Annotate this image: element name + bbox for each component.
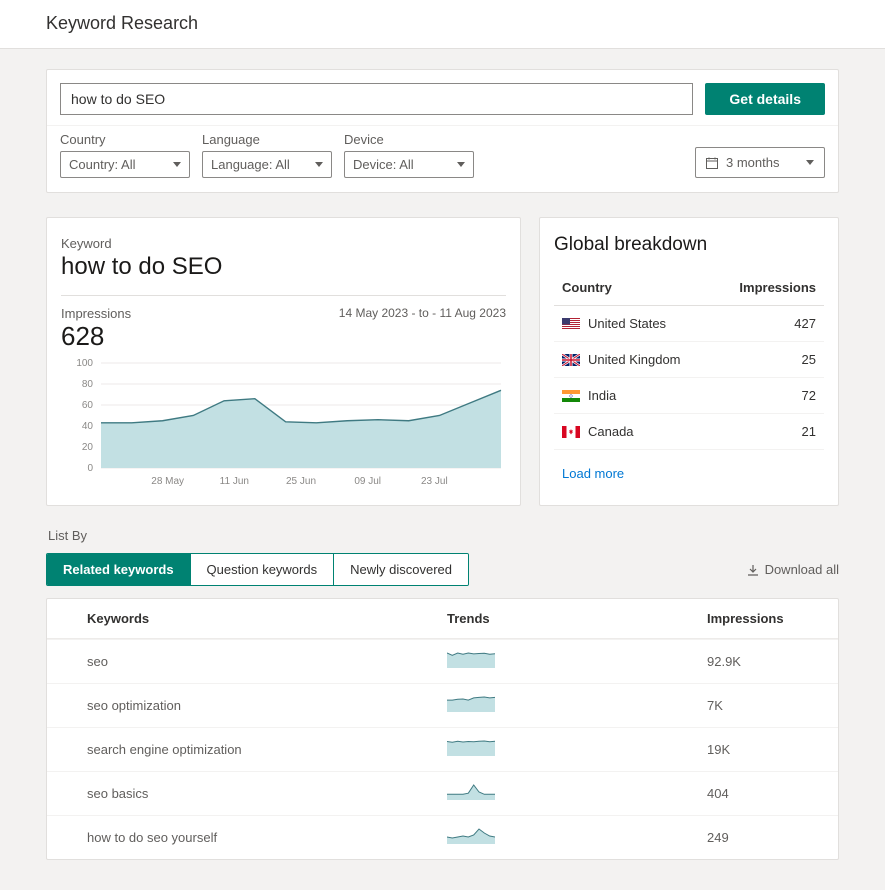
keyword-value: how to do SEO bbox=[61, 253, 506, 281]
impressions-label: Impressions bbox=[61, 306, 131, 321]
svg-text:23 Jul: 23 Jul bbox=[421, 476, 448, 487]
breakdown-impressions: 25 bbox=[802, 352, 816, 367]
results-col-impressions: Impressions bbox=[707, 611, 798, 626]
keyword-panel: Keyword how to do SEO Impressions 628 14… bbox=[46, 217, 521, 506]
country-select[interactable]: Country: All bbox=[60, 151, 190, 178]
device-select[interactable]: Device: All bbox=[344, 151, 474, 178]
device-label: Device bbox=[344, 132, 474, 147]
list-by-label: List By bbox=[48, 528, 839, 543]
breakdown-row: India 72 bbox=[554, 378, 824, 414]
divider bbox=[61, 295, 506, 296]
results-col-trends: Trends bbox=[447, 611, 707, 626]
breakdown-col-country: Country bbox=[562, 280, 612, 295]
language-label: Language bbox=[202, 132, 332, 147]
svg-text:80: 80 bbox=[82, 379, 94, 390]
svg-text:100: 100 bbox=[76, 358, 93, 369]
result-impressions: 249 bbox=[707, 830, 798, 845]
result-impressions: 19K bbox=[707, 742, 798, 757]
svg-text:25 Jun: 25 Jun bbox=[286, 476, 316, 487]
breakdown-country: United Kingdom bbox=[588, 352, 681, 367]
country-select-value: Country: All bbox=[69, 157, 135, 172]
calendar-icon bbox=[706, 157, 718, 169]
result-keyword: seo optimization bbox=[87, 698, 447, 713]
results-panel: Keywords Trends Impressions seo92.9Kseo … bbox=[46, 598, 839, 860]
keyword-label: Keyword bbox=[61, 236, 506, 251]
result-keyword: search engine optimization bbox=[87, 742, 447, 757]
svg-text:11 Jun: 11 Jun bbox=[220, 476, 249, 487]
svg-text:09 Jul: 09 Jul bbox=[354, 476, 381, 487]
download-all-link[interactable]: Download all bbox=[747, 562, 839, 577]
impressions-value: 628 bbox=[61, 321, 131, 352]
flag-icon bbox=[562, 390, 580, 402]
breakdown-impressions: 427 bbox=[794, 316, 816, 331]
chevron-down-icon bbox=[806, 160, 814, 165]
global-breakdown-panel: Global breakdown Country Impressions Uni… bbox=[539, 217, 839, 506]
sparkline bbox=[447, 652, 495, 668]
results-col-keywords: Keywords bbox=[87, 611, 447, 626]
svg-text:20: 20 bbox=[82, 442, 94, 453]
results-row: seo 92.9K bbox=[47, 639, 838, 683]
result-impressions: 7K bbox=[707, 698, 798, 713]
tab-newly-discovered[interactable]: Newly discovered bbox=[334, 554, 468, 585]
breakdown-country: India bbox=[588, 388, 616, 403]
tab-question-keywords[interactable]: Question keywords bbox=[191, 554, 335, 585]
breakdown-row: United States 427 bbox=[554, 306, 824, 342]
impressions-chart: 0 20 40 60 80 100 28 May 11 Jun 25 Jun 09 Jul 23 J… bbox=[61, 358, 506, 491]
svg-text:28 May: 28 May bbox=[151, 476, 184, 487]
download-icon bbox=[747, 564, 759, 576]
result-keyword: seo bbox=[87, 654, 447, 669]
flag-icon bbox=[562, 426, 580, 438]
search-panel: Get details Country Country: All Languag… bbox=[46, 69, 839, 193]
keyword-input[interactable] bbox=[60, 83, 693, 115]
chevron-down-icon bbox=[457, 162, 465, 167]
get-details-button[interactable]: Get details bbox=[705, 83, 825, 115]
breakdown-row: United Kingdom 25 bbox=[554, 342, 824, 378]
language-select[interactable]: Language: All bbox=[202, 151, 332, 178]
page-title: Keyword Research bbox=[46, 13, 839, 34]
breakdown-title: Global breakdown bbox=[554, 234, 824, 256]
chevron-down-icon bbox=[315, 162, 323, 167]
svg-text:60: 60 bbox=[82, 400, 94, 411]
sparkline bbox=[447, 696, 495, 712]
result-impressions: 404 bbox=[707, 786, 798, 801]
svg-text:0: 0 bbox=[87, 463, 93, 474]
breakdown-country: Canada bbox=[588, 424, 634, 439]
breakdown-row: Canada 21 bbox=[554, 414, 824, 450]
results-row: search engine optimization 19K bbox=[47, 727, 838, 771]
breakdown-country: United States bbox=[588, 316, 666, 331]
sparkline bbox=[447, 784, 495, 800]
result-keyword: how to do seo yourself bbox=[87, 830, 447, 845]
tab-related-keywords[interactable]: Related keywords bbox=[47, 554, 191, 585]
chevron-down-icon bbox=[173, 162, 181, 167]
flag-icon bbox=[562, 318, 580, 330]
sparkline bbox=[447, 828, 495, 844]
result-impressions: 92.9K bbox=[707, 654, 798, 669]
date-range-value: 3 months bbox=[726, 155, 779, 170]
date-range-select[interactable]: 3 months bbox=[695, 147, 825, 178]
sparkline bbox=[447, 740, 495, 756]
download-all-label: Download all bbox=[765, 562, 839, 577]
load-more-link[interactable]: Load more bbox=[554, 460, 632, 487]
flag-icon bbox=[562, 354, 580, 366]
list-by-tabs: Related keywordsQuestion keywordsNewly d… bbox=[46, 553, 469, 586]
chart-date-range: 14 May 2023 - to - 11 Aug 2023 bbox=[339, 306, 506, 320]
language-select-value: Language: All bbox=[211, 157, 290, 172]
breakdown-col-impressions: Impressions bbox=[739, 280, 816, 295]
results-row: seo basics 404 bbox=[47, 771, 838, 815]
breakdown-impressions: 72 bbox=[802, 388, 816, 403]
breakdown-impressions: 21 bbox=[802, 424, 816, 439]
svg-text:40: 40 bbox=[82, 421, 94, 432]
results-row: seo optimization 7K bbox=[47, 683, 838, 727]
result-keyword: seo basics bbox=[87, 786, 447, 801]
country-label: Country bbox=[60, 132, 190, 147]
results-row: how to do seo yourself 249 bbox=[47, 815, 838, 859]
device-select-value: Device: All bbox=[353, 157, 414, 172]
